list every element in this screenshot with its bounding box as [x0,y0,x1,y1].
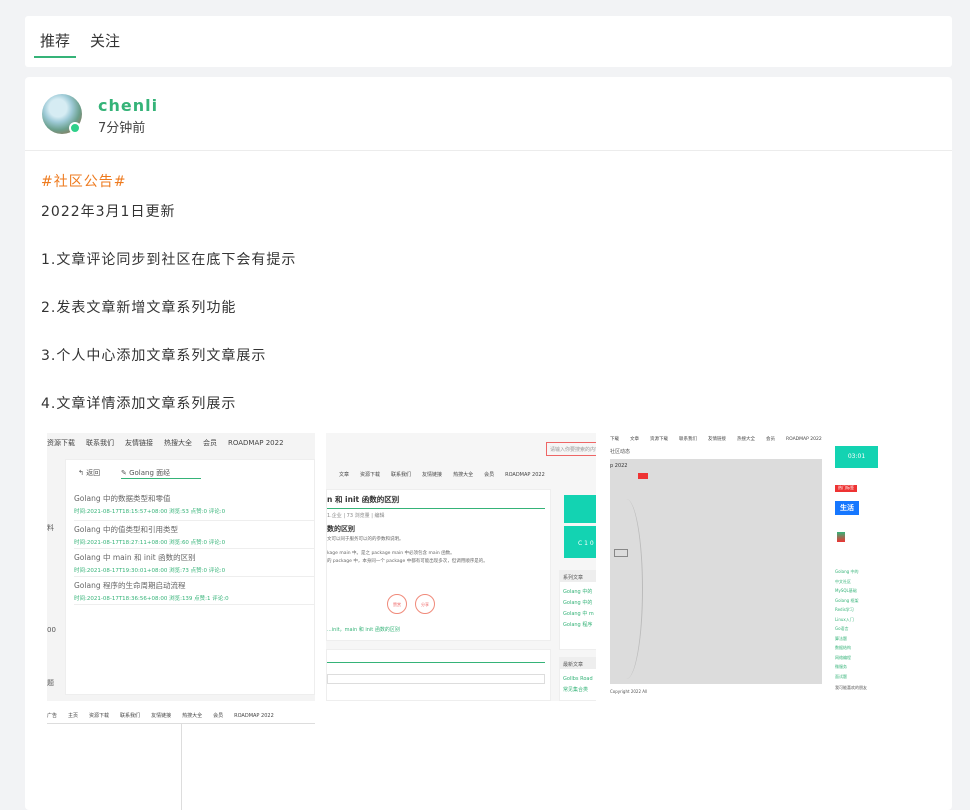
post-time: 7分钟前 [98,121,146,136]
series-sidebar: 系列文章 Golang 中的 Golang 中的 Golang 中 m Golang … [559,570,596,650]
series-tab: ✎ Golang 面经 [121,468,201,479]
share-button: 分享 [415,594,435,614]
post-image-article-detail[interactable]: 请输入你要搜索的内容 文章 资源下载 联系我们 友情链接 热搜大全 会员 ROADMAP 2… [326,433,596,701]
post-image-profile-page[interactable]: 下载 文章 资源下载 联系我们 友情链接 热搜大全 会员 ROADMAP 2022 社区动态 … [610,433,878,701]
image-nav: 文章 资源下载 联系我们 友情链接 热搜大全 会员 ROADMAP 2022 [339,472,545,478]
counter-widget: C 1 0 [564,526,596,558]
list-item: Golang 中的数据类型和零值 时间:2021-08-17T18:15:57+… [74,493,314,521]
article-panel: n 和 init 函数的区别 1.企业 | 73 浏览量 | 编辑 数的区别 文… [326,489,551,641]
back-link: ↰ 返回 [78,469,101,477]
list-item: Golang 中的值类型和引用类型 时间:2021-08-17T18:27:11… [74,521,314,549]
author-name[interactable]: chenli [98,96,158,115]
green-button [564,495,596,523]
image-nav: 资源下载 联系我们 友情链接 热搜大全 会员 ROADMAP 2022 [47,439,284,447]
list-item: Golang 程序的生命周期启动流程 时间:2021-08-17T18:36:5… [74,577,314,605]
tab-recommended[interactable]: 推荐 [33,30,77,58]
latest-sidebar: 最新文章 Gollbs Road 常见集合类 [559,657,596,701]
post-line: 1.文章评论同步到社区在底下会有提示 [41,252,297,268]
series-list: Golang 中的数据类型和零值 时间:2021-08-17T18:15:57+… [74,493,314,605]
post-image-page-bottom[interactable]: 广告 主页 资源下载 联系我们 友情链接 热搜大全 会员 ROADMAP 2022 [47,709,315,810]
life-badge: 生活 [835,501,859,515]
comment-panel [326,649,551,701]
post-line: 4.文章详情添加文章系列展示 [41,396,237,412]
post-header: chenli 7分钟前 [25,77,952,151]
post-card: chenli 7分钟前 #社区公告# 2022年3月1日更新 1.文章评论同步到… [25,77,952,810]
link-list: Golang 中的 中文社区 MySQL基础 Golang 框架 Redis学习 Linu… [835,569,859,679]
image-series-panel: ↰ 返回 ✎ Golang 面经 Golang 中的数据类型和零值 时间:202… [65,459,315,695]
post-line: 3.个人中心添加文章系列文章展示 [41,348,267,364]
post-line: 2022年3月1日更新 [41,204,176,220]
counter-widget: 03:01 [835,446,878,468]
list-item: Golang 中 main 和 init 函数的区别 时间:2021-08-17… [74,549,314,577]
topic-tag[interactable]: #社区公告# [41,171,921,191]
post-line: 2.发表文章新增文章系列功能 [41,300,237,316]
post-content: #社区公告# 2022年3月1日更新 1.文章评论同步到社区在底下会有提示 2.… [41,171,921,412]
tab-following[interactable]: 关注 [90,30,120,51]
post-image-series-list[interactable]: 资源下载 联系我们 友情链接 热搜大全 会员 ROADMAP 2022 ↰ 返回 ✎ Go… [47,433,315,701]
search-input: 请输入你要搜索的内容 [546,442,596,456]
feed-tabs: 推荐 关注 [25,16,952,67]
diagram-area: p 2022 [610,459,822,684]
like-button: 赞赏 [387,594,407,614]
online-status-dot [69,122,81,134]
